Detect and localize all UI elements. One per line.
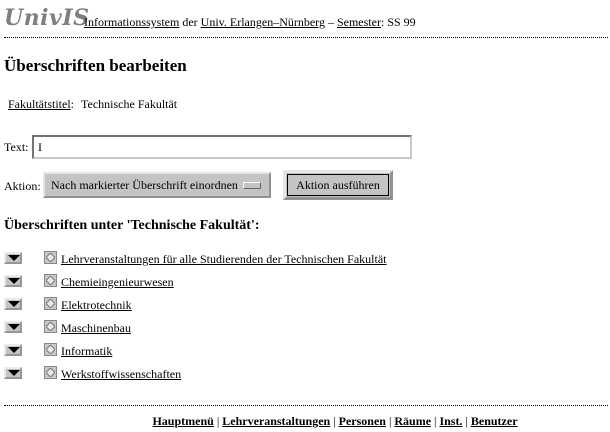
header-divider bbox=[4, 37, 608, 38]
triangle-down-icon[interactable] bbox=[4, 252, 22, 264]
footer-separator: | bbox=[465, 414, 468, 428]
triangle-down-icon[interactable] bbox=[4, 321, 22, 333]
execute-action-label: Aktion ausführen bbox=[287, 174, 389, 196]
dash-text: – bbox=[327, 15, 334, 29]
list-item: Werkstoffwissenschaften bbox=[0, 365, 610, 388]
execute-action-button[interactable]: Aktion ausführen bbox=[283, 170, 393, 200]
faculty-row: Fakultätstitel: Technische Fakultät bbox=[8, 97, 177, 112]
diamond-checkbox-icon[interactable] bbox=[44, 343, 57, 356]
triangle-down-icon[interactable] bbox=[4, 367, 22, 379]
list-item: Maschinenbau bbox=[0, 319, 610, 342]
diamond-checkbox-icon[interactable] bbox=[44, 297, 57, 310]
list-item: Chemieingenieurwesen bbox=[0, 273, 610, 296]
footer-link-institutions[interactable]: Inst. bbox=[439, 414, 462, 428]
faculty-value: Technische Fakultät bbox=[81, 97, 178, 111]
footer-separator: | bbox=[388, 414, 392, 428]
footer-separator: | bbox=[216, 414, 220, 428]
semester-link[interactable]: Semester bbox=[337, 15, 381, 29]
diamond-checkbox-icon[interactable] bbox=[44, 251, 57, 264]
info-system-link[interactable]: Informationssystem bbox=[84, 15, 179, 29]
footer-nav: Hauptmenü | Lehrveranstaltungen | Personen | R… bbox=[0, 414, 610, 429]
heading-link[interactable]: Lehrveranstaltungen für alle Studierende… bbox=[61, 252, 387, 267]
university-link[interactable]: Univ. Erlangen–Nürnberg bbox=[201, 15, 325, 29]
footer-link-users[interactable]: Benutzer bbox=[471, 414, 518, 428]
footer-divider bbox=[4, 405, 608, 406]
univis-logo[interactable]: UnivIS bbox=[4, 5, 90, 31]
list-item: Informatik bbox=[0, 342, 610, 365]
der-text: der bbox=[182, 15, 198, 29]
diamond-checkbox-icon[interactable] bbox=[44, 366, 57, 379]
page-title: Überschriften bearbeiten bbox=[4, 56, 187, 75]
footer-link-courses[interactable]: Lehrveranstaltungen bbox=[222, 414, 330, 428]
footer-link-main-menu[interactable]: Hauptmenü bbox=[152, 414, 213, 428]
diamond-checkbox-icon[interactable] bbox=[44, 274, 57, 287]
select-indicator-icon bbox=[243, 182, 261, 189]
faculty-title-link[interactable]: Fakultätstitel bbox=[8, 97, 71, 111]
heading-link[interactable]: Chemieingenieurwesen bbox=[61, 275, 174, 290]
footer-link-rooms[interactable]: Räume bbox=[394, 414, 431, 428]
faculty-colon: : bbox=[70, 97, 75, 111]
action-select-value: Nach markierter Überschrift einordnen bbox=[51, 178, 238, 192]
semester-colon: : bbox=[380, 15, 385, 29]
list-item: Elektrotechnik bbox=[0, 296, 610, 319]
action-select[interactable]: Nach markierter Überschrift einordnen bbox=[43, 172, 271, 198]
heading-link[interactable]: Werkstoffwissenschaften bbox=[61, 367, 181, 382]
list-item: Lehrveranstaltungen für alle Studierende… bbox=[0, 250, 610, 273]
heading-link[interactable]: Elektrotechnik bbox=[61, 298, 132, 313]
text-label: Text: bbox=[4, 140, 29, 154]
action-label: Aktion: bbox=[4, 179, 41, 193]
header: UnivIS Informationssystem der Univ. Erla… bbox=[4, 4, 608, 34]
header-nav: Informationssystem der Univ. Erlangen–Nü… bbox=[84, 15, 416, 30]
heading-link[interactable]: Informatik bbox=[61, 344, 112, 359]
triangle-down-icon[interactable] bbox=[4, 344, 22, 356]
section-title: Überschriften unter 'Technische Fakultät… bbox=[4, 218, 260, 233]
footer-separator: | bbox=[434, 414, 437, 428]
heading-link[interactable]: Maschinenbau bbox=[61, 321, 131, 336]
triangle-down-icon[interactable] bbox=[4, 298, 22, 310]
heading-list: Lehrveranstaltungen für alle Studierende… bbox=[0, 250, 610, 388]
triangle-down-icon[interactable] bbox=[4, 275, 22, 287]
footer-link-persons[interactable]: Personen bbox=[339, 414, 386, 428]
semester-value: SS 99 bbox=[387, 15, 416, 29]
footer-separator: | bbox=[333, 414, 336, 428]
diamond-checkbox-icon[interactable] bbox=[44, 320, 57, 333]
text-input[interactable]: I bbox=[32, 135, 412, 159]
